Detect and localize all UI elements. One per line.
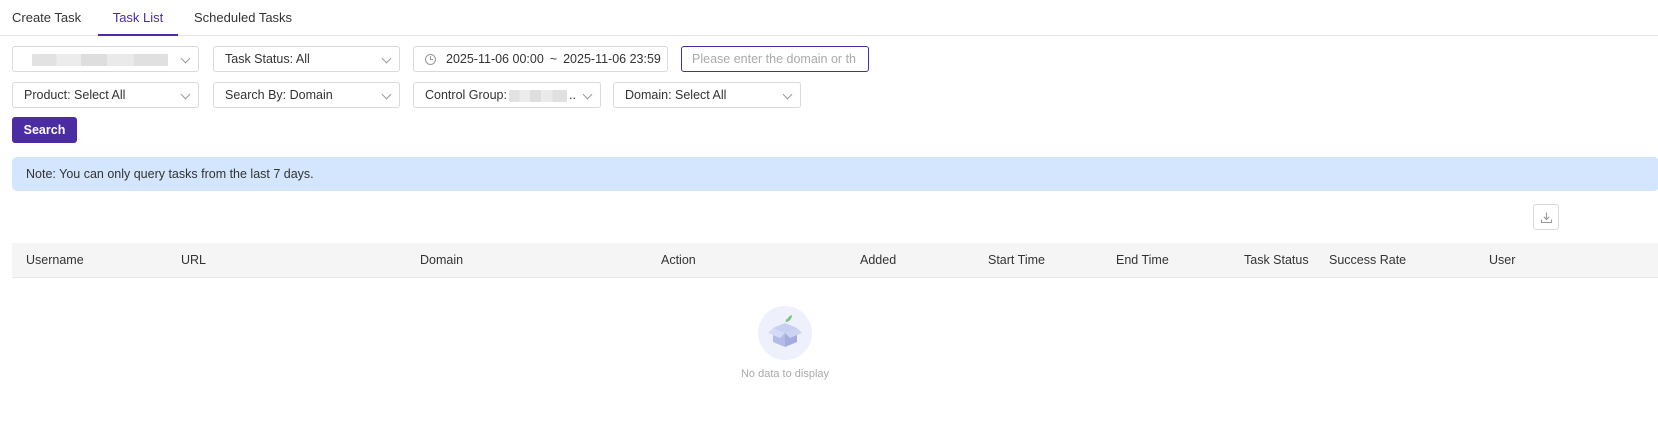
- date-separator: ~: [549, 52, 558, 66]
- empty-state: No data to display: [730, 306, 840, 380]
- chevron-down-icon: [180, 89, 191, 100]
- column-header-domain[interactable]: Domain: [420, 243, 463, 278]
- tab-task-list[interactable]: Task List: [98, 0, 178, 36]
- product-select[interactable]: Product: Select All: [12, 82, 199, 108]
- date-range-picker[interactable]: 2025-11-06 00:00 ~2025-11-06 23:59: [413, 46, 668, 72]
- table-header: Username URL Domain Action Added Start T…: [12, 243, 1658, 278]
- chevron-down-icon: [381, 89, 392, 100]
- chevron-down-icon: [381, 53, 392, 64]
- note-banner: Note: You can only query tasks from the …: [12, 157, 1658, 191]
- task-status-value: Task Status: All: [225, 52, 310, 66]
- empty-state-text: No data to display: [740, 368, 830, 380]
- search-by-select[interactable]: Search By: Domain: [213, 82, 400, 108]
- column-header-end-time[interactable]: End Time: [1116, 243, 1169, 278]
- tab-bar: Create Task Task List Scheduled Tasks: [0, 0, 1658, 36]
- account-select[interactable]: [12, 46, 199, 72]
- export-button[interactable]: [1533, 204, 1559, 230]
- redacted-value: [32, 53, 168, 66]
- download-icon: [1540, 212, 1553, 224]
- domain-search-input[interactable]: [681, 46, 869, 72]
- control-group-label: Control Group:: [425, 88, 507, 102]
- chevron-down-icon: [180, 53, 191, 64]
- domain-value: Domain: Select All: [625, 88, 727, 102]
- column-header-added[interactable]: Added: [860, 243, 896, 278]
- chevron-down-icon: [582, 89, 593, 100]
- task-status-select[interactable]: Task Status: All: [213, 46, 400, 72]
- search-button[interactable]: Search: [12, 117, 77, 143]
- empty-box-icon: [758, 306, 812, 360]
- column-header-success-rate[interactable]: Success Rate: [1329, 243, 1406, 278]
- column-header-username[interactable]: Username: [26, 243, 84, 278]
- chevron-down-icon: [782, 89, 793, 100]
- date-end: 2025-11-06 23:59: [563, 52, 661, 66]
- control-group-select[interactable]: Control Group:..: [413, 82, 601, 108]
- column-header-url[interactable]: URL: [181, 243, 206, 278]
- tab-scheduled-tasks[interactable]: Scheduled Tasks: [194, 0, 292, 36]
- column-header-start-time[interactable]: Start Time: [988, 243, 1045, 278]
- control-group-ellipsis: ..: [568, 88, 576, 102]
- tab-create-task[interactable]: Create Task: [12, 0, 81, 36]
- column-header-task-status[interactable]: Task Status: [1244, 243, 1309, 278]
- redacted-value: [508, 89, 567, 102]
- column-header-action[interactable]: Action: [661, 243, 696, 278]
- product-value: Product: Select All: [24, 88, 126, 102]
- column-header-user[interactable]: User: [1489, 243, 1515, 278]
- search-by-value: Search By: Domain: [225, 88, 333, 102]
- clock-icon: [425, 54, 436, 65]
- domain-select[interactable]: Domain: Select All: [613, 82, 801, 108]
- date-start: 2025-11-06 00:00: [446, 52, 544, 66]
